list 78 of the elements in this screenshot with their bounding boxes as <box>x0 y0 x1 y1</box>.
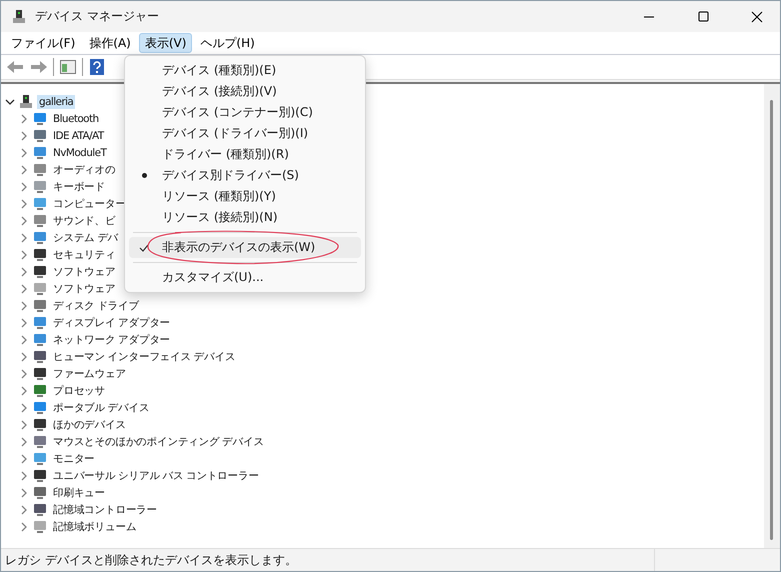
expand-chevron-icon[interactable] <box>5 96 15 106</box>
tree-item[interactable]: ディスク ドライブ <box>51 298 141 314</box>
tree-item[interactable]: モニター <box>51 450 97 466</box>
device-icon <box>32 350 48 364</box>
tree-item[interactable]: 記憶域コントローラー <box>51 502 160 518</box>
tree-item[interactable]: セキュリティ <box>51 246 118 262</box>
menu-item[interactable]: デバイス (ドライバー別)(I) <box>129 123 361 144</box>
device-icon <box>32 128 48 142</box>
menu-bar-item[interactable]: 操作(A) <box>83 33 137 53</box>
device-icon <box>32 366 48 380</box>
tree-item[interactable]: NvModuleT <box>51 146 108 160</box>
status-text: レガシ デバイスと削除されたデバイスを表示します。 <box>1 549 655 571</box>
menu-item[interactable]: カスタマイズ(U)... <box>129 267 361 288</box>
device-icon <box>32 520 48 534</box>
maximize-icon <box>698 11 708 22</box>
menu-bar-item[interactable]: ファイル(F) <box>5 33 82 53</box>
tree-item[interactable]: ディスプレイ アダプター <box>51 314 172 330</box>
device-icon <box>32 162 48 176</box>
help-button[interactable] <box>87 57 107 77</box>
menu-item[interactable]: リソース (種類別)(Y) <box>129 186 361 207</box>
device-icon <box>32 384 48 398</box>
forward-arrow-icon <box>30 60 48 74</box>
tree-item[interactable]: IDE ATA/AT <box>51 128 106 142</box>
tree-item[interactable]: Bluetooth <box>51 112 101 126</box>
tree-item[interactable]: オーディオの <box>51 162 118 178</box>
minimize-icon <box>643 16 655 18</box>
menu-item[interactable]: 非表示のデバイスの表示(W) <box>129 237 361 258</box>
tree-item[interactable]: マウスとそのほかのポインティング デバイス <box>51 434 266 450</box>
device-icon <box>32 248 48 262</box>
tree-item[interactable]: 記憶域ボリューム <box>51 518 138 534</box>
tree-item[interactable]: ポータブル デバイス <box>51 400 152 416</box>
tree-item[interactable]: ソフトウェア <box>51 264 118 280</box>
device-icon <box>32 230 48 244</box>
tree-item[interactable]: キーボード <box>51 178 108 194</box>
device-icon <box>32 298 48 312</box>
tree-item[interactable]: プロセッサ <box>51 382 108 398</box>
menu-item[interactable]: デバイス (コンテナー別)(C) <box>129 102 361 123</box>
computer-icon <box>11 8 27 24</box>
tree-item[interactable]: 印刷キュー <box>51 484 108 500</box>
tree-item[interactable]: ユニバーサル シリアル バス コントローラー <box>51 468 261 484</box>
properties-button[interactable] <box>58 57 78 77</box>
device-icon <box>32 316 48 330</box>
computer-icon <box>18 94 34 110</box>
tree-item[interactable]: システム デバ <box>51 230 120 246</box>
menu-item[interactable]: デバイス (接続別)(V) <box>129 81 361 102</box>
menu-bar-item[interactable]: ヘルプ(H) <box>194 33 261 53</box>
device-icon <box>32 434 48 448</box>
device-icon <box>32 468 48 482</box>
menu-item[interactable]: リソース (接続別)(N) <box>129 207 361 228</box>
tree-item[interactable]: ソフトウェア <box>51 280 118 296</box>
tree-item[interactable]: ネットワーク アダプター <box>51 332 172 348</box>
tree-root[interactable]: galleria <box>37 94 76 108</box>
menu-bar-item[interactable]: 表示(V) <box>138 33 192 53</box>
device-icon <box>32 486 48 500</box>
tree-item[interactable]: サウンド、ビ <box>51 212 118 228</box>
device-icon <box>32 196 48 210</box>
menu-item[interactable]: ドライバー (種類別)(R) <box>129 144 361 165</box>
tree-item[interactable]: ファームウェア <box>51 366 128 382</box>
device-icon <box>32 214 48 228</box>
device-icon <box>32 146 48 160</box>
window-icon <box>60 60 76 74</box>
device-icon <box>32 452 48 466</box>
back-arrow-icon <box>6 60 24 74</box>
close-icon <box>751 10 763 22</box>
device-icon <box>32 332 48 346</box>
device-icon <box>32 418 48 432</box>
device-icon <box>32 264 48 278</box>
tree-item[interactable]: ほかのデバイス <box>51 416 128 432</box>
device-icon <box>32 112 48 126</box>
help-icon <box>90 59 104 75</box>
device-icon <box>32 180 48 194</box>
menu-item[interactable]: デバイス別ドライバー(S) <box>129 165 361 186</box>
device-icon <box>32 282 48 296</box>
tree-item[interactable]: ヒューマン インターフェイス デバイス <box>51 348 238 364</box>
scrollbar[interactable] <box>764 84 780 548</box>
device-icon <box>32 502 48 516</box>
device-icon <box>32 400 48 414</box>
window-title: デバイス マネージャー <box>35 8 160 25</box>
